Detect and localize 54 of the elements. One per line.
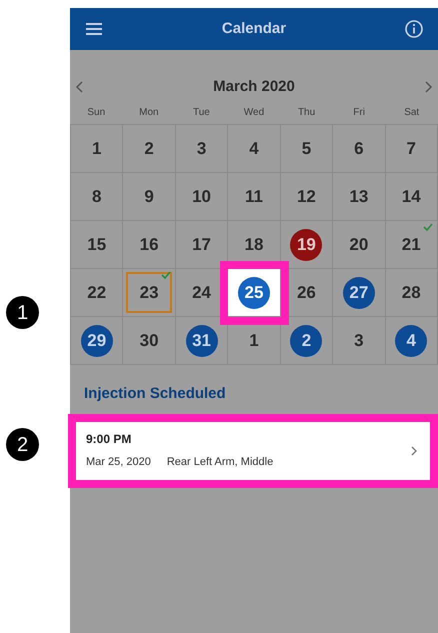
injection-site: Rear Left Arm, Middle <box>166 455 274 470</box>
day-button[interactable]: 31 <box>186 324 218 356</box>
menu-button[interactable] <box>84 21 104 37</box>
appointment-time: 9:00 PM <box>86 431 132 448</box>
day-button[interactable]: 9 <box>133 180 166 212</box>
window-title: Calendar <box>222 18 286 39</box>
day-button[interactable]: 7 <box>395 132 428 164</box>
weekday-label: Fri <box>353 106 365 120</box>
day-button[interactable]: 22 <box>80 276 113 308</box>
day-button[interactable]: 26 <box>290 276 322 308</box>
day-button[interactable]: 21 <box>395 228 428 260</box>
day-button[interactable]: 6 <box>342 132 375 164</box>
weekday-label: Tue <box>192 106 210 120</box>
appointment-card[interactable]: 9:00 PM Mar 25, 2020 Rear Left Arm, Middle <box>76 422 430 480</box>
weekday-label: Mon <box>139 106 159 120</box>
day-button[interactable]: 11 <box>238 180 270 212</box>
day-button[interactable]: 5 <box>290 132 322 164</box>
day-button[interactable]: 4 <box>238 132 270 164</box>
weekday-label: Wed <box>244 106 264 120</box>
day-button[interactable]: 15 <box>80 228 113 260</box>
callout-badge: 2 <box>6 428 39 461</box>
day-button[interactable]: 16 <box>133 228 166 260</box>
day-button[interactable]: 20 <box>342 228 375 260</box>
weekday-label: Sun <box>87 106 106 120</box>
day-button[interactable]: 18 <box>238 228 270 260</box>
month-title: March 2020 <box>213 76 295 97</box>
day-button[interactable]: 3 <box>186 132 218 164</box>
chevron-icon <box>410 444 418 456</box>
day-button[interactable]: 19 <box>290 228 322 260</box>
day-button[interactable]: 17 <box>186 228 218 260</box>
callout-badge: 1 <box>6 296 39 329</box>
day-button[interactable]: 30 <box>133 324 166 356</box>
day-button[interactable]: 1 <box>80 132 113 164</box>
day-button[interactable]: 10 <box>186 180 218 212</box>
day-button[interactable]: 2 <box>133 132 166 164</box>
info-button[interactable] <box>404 19 424 39</box>
day-button[interactable]: 1 <box>238 324 270 356</box>
day-button[interactable]: 13 <box>342 180 375 212</box>
day-button[interactable]: 12 <box>290 180 322 212</box>
day-button[interactable]: 4 <box>395 324 428 356</box>
day-button[interactable]: 8 <box>80 180 113 212</box>
day-button[interactable]: 29 <box>80 324 113 356</box>
weekday-label: Thu <box>298 106 316 120</box>
day-button[interactable]: 23 <box>133 276 166 308</box>
day-button[interactable]: 25 <box>238 276 270 308</box>
day-button[interactable]: 24 <box>186 276 218 308</box>
day-button[interactable]: 3 <box>342 324 375 356</box>
appointment-date: Mar 25, 2020 <box>86 455 151 470</box>
section-title: Injection Scheduled <box>83 384 227 404</box>
day-button[interactable]: 28 <box>395 276 428 308</box>
day-button[interactable]: 14 <box>395 180 428 212</box>
day-button[interactable]: 27 <box>342 276 375 308</box>
day-button[interactable]: 2 <box>290 324 322 356</box>
weekday-label: Sat <box>404 106 420 120</box>
